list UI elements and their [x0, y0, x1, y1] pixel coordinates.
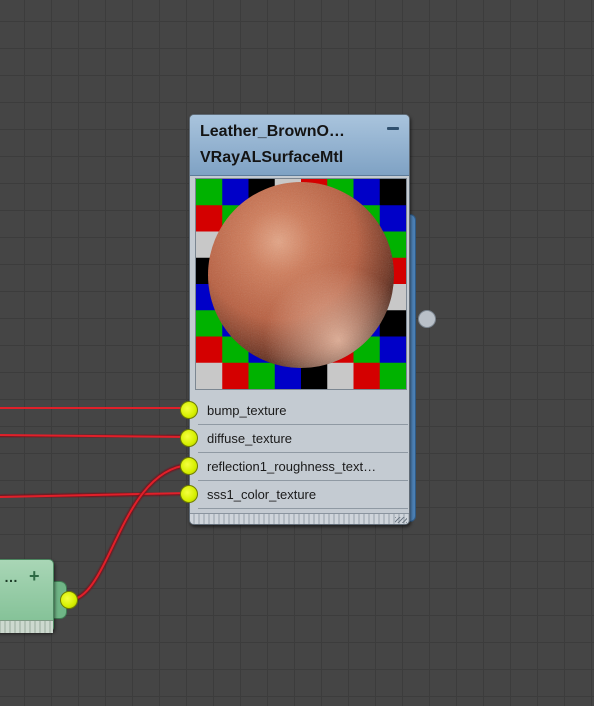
checker-cell	[379, 205, 406, 232]
wire-diffuse[interactable]	[0, 433, 191, 439]
checker-cell	[196, 336, 223, 364]
resize-grip-icon[interactable]	[395, 517, 407, 523]
input-socket[interactable]	[180, 485, 198, 503]
checker-cell	[196, 362, 223, 389]
minimize-icon[interactable]	[387, 127, 399, 130]
checker-cell	[379, 362, 406, 389]
material-node[interactable]: Leather_BrownO… VRayALSurfaceMtl bump_te…	[189, 114, 436, 525]
input-socket[interactable]	[180, 457, 198, 475]
input-slot[interactable]: reflection1_roughness_text…	[198, 453, 408, 481]
material-preview	[195, 178, 407, 390]
node-type: VRayALSurfaceMtl	[200, 149, 344, 166]
node-title: Leather_BrownO…	[200, 123, 345, 140]
checker-cell	[196, 205, 223, 232]
input-slot[interactable]: sss1_color_texture	[198, 481, 408, 509]
checker-cell	[379, 179, 406, 206]
material-node-body[interactable]: Leather_BrownO… VRayALSurfaceMtl bump_te…	[189, 114, 410, 525]
checker-cell	[248, 362, 276, 389]
checker-cell	[353, 362, 381, 389]
checker-cell	[196, 179, 223, 206]
wire-diffuse-line	[0, 434, 190, 438]
input-slot[interactable]: diffuse_texture	[198, 425, 408, 453]
map-node-body[interactable]: … +	[0, 559, 54, 633]
node-header[interactable]: Leather_BrownO… VRayALSurfaceMtl	[190, 115, 409, 176]
output-socket[interactable]	[418, 310, 436, 328]
checker-cell	[222, 362, 249, 389]
checker-cell	[327, 362, 354, 389]
wire-sss-line	[0, 492, 190, 498]
map-node-footer	[0, 620, 53, 633]
input-slot-label: diffuse_texture	[207, 431, 293, 446]
expand-plus-icon[interactable]: +	[29, 566, 40, 587]
wire-roughness[interactable]	[67, 463, 191, 602]
sphere-texture	[208, 182, 394, 368]
input-slot[interactable]: bump_texture	[198, 397, 408, 425]
input-slot-label: sss1_color_texture	[207, 487, 317, 502]
input-socket[interactable]	[180, 401, 198, 419]
wire-roughness-line	[68, 464, 190, 601]
map-node-title: …	[4, 569, 18, 585]
node-footer	[190, 513, 409, 524]
input-socket[interactable]	[180, 429, 198, 447]
texture-map-node[interactable]: … +	[0, 559, 67, 637]
input-slot-label: reflection1_roughness_text…	[207, 459, 377, 474]
input-slot-label: bump_texture	[207, 403, 287, 418]
checker-cell	[379, 336, 406, 364]
wire-sss[interactable]	[0, 491, 191, 499]
map-output-socket[interactable]	[60, 591, 78, 609]
